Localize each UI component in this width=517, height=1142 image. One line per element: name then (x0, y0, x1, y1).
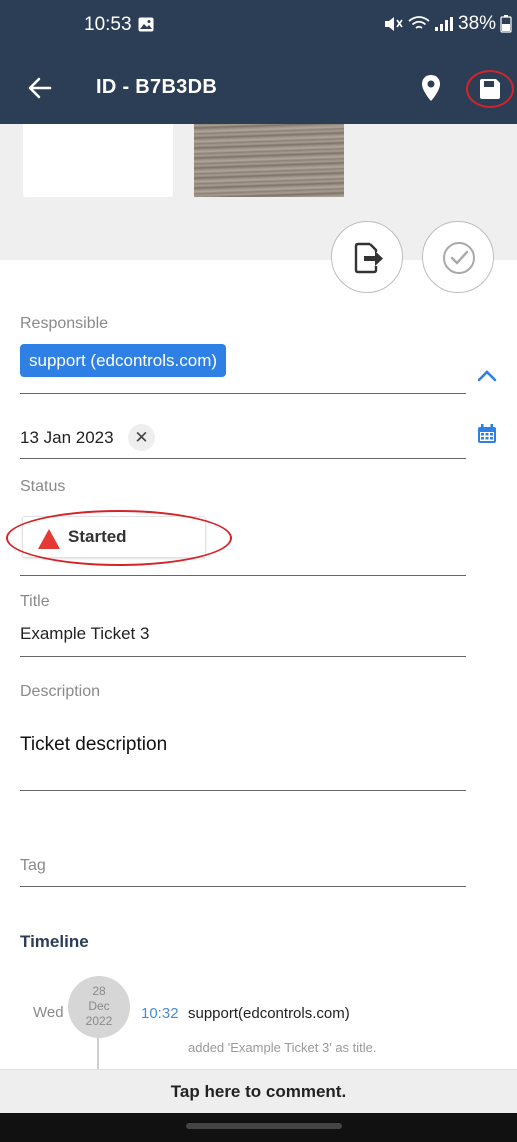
location-pin-icon[interactable] (420, 74, 442, 102)
timeline-date-day: 28 (92, 984, 106, 998)
status-label: Status (20, 478, 66, 495)
status-time: 10:53 (84, 14, 132, 35)
complete-button[interactable] (422, 221, 494, 293)
due-date-value[interactable]: 13 Jan 2023 (20, 428, 114, 448)
timeline-date-year: 2022 (85, 1014, 113, 1028)
check-circle-icon (443, 242, 475, 274)
signal-icon (435, 17, 453, 31)
clear-date-button[interactable]: ✕ (128, 424, 155, 451)
gallery-notification-icon (138, 17, 154, 32)
responsible-chip[interactable]: support (edcontrols.com) (20, 344, 227, 377)
timeline-day: Wed (33, 1004, 64, 1021)
export-icon (354, 242, 383, 274)
export-button[interactable] (331, 221, 403, 293)
tag-label[interactable]: Tag (20, 857, 46, 875)
timeline-action: added 'Example Ticket 3' as title. (188, 1040, 377, 1055)
chevron-up-icon[interactable] (476, 368, 498, 382)
battery-icon (500, 15, 512, 33)
timeline-date-bubble: 28 Dec 2022 (68, 976, 130, 1038)
timeline-heading: Timeline (20, 932, 89, 951)
app-bar: ID - B7B3DB (0, 52, 517, 124)
mute-icon (385, 17, 403, 31)
tag-underline (20, 886, 466, 887)
battery-percent: 38% (458, 13, 497, 34)
title-underline (20, 656, 466, 657)
timeline-date-month: Dec (88, 999, 110, 1013)
save-icon (480, 79, 500, 99)
title-input[interactable]: Example Ticket 3 (20, 624, 149, 644)
timeline-time: 10:32 (141, 1005, 179, 1022)
description-underline (20, 790, 466, 791)
date-underline (20, 458, 466, 459)
status-underline (20, 575, 466, 576)
responsible-underline (20, 393, 466, 394)
status-bar: 10:53 38% (0, 0, 517, 52)
comment-prompt[interactable]: Tap here to comment. (0, 1082, 517, 1102)
ticket-id-title: ID - B7B3DB (96, 76, 218, 98)
status-indicators: 38% (384, 13, 512, 35)
description-label: Description (20, 683, 101, 700)
responsible-label: Responsible (20, 315, 109, 332)
wifi-icon (408, 16, 430, 29)
save-button[interactable] (466, 70, 514, 108)
title-label: Title (20, 593, 50, 610)
back-arrow-icon[interactable] (26, 74, 54, 102)
system-nav-bar (0, 1113, 517, 1142)
photo-thumbnail-blank[interactable] (23, 124, 173, 197)
calendar-icon[interactable] (477, 424, 497, 444)
description-input[interactable]: Ticket description (20, 734, 167, 756)
timeline-user: support(edcontrols.com) (188, 1005, 350, 1022)
photo-thumbnail-wood[interactable] (194, 124, 344, 197)
comment-bar[interactable]: Tap here to comment. (0, 1069, 517, 1113)
status-annotation-ring (6, 510, 232, 566)
home-gesture-pill[interactable] (186, 1123, 342, 1129)
